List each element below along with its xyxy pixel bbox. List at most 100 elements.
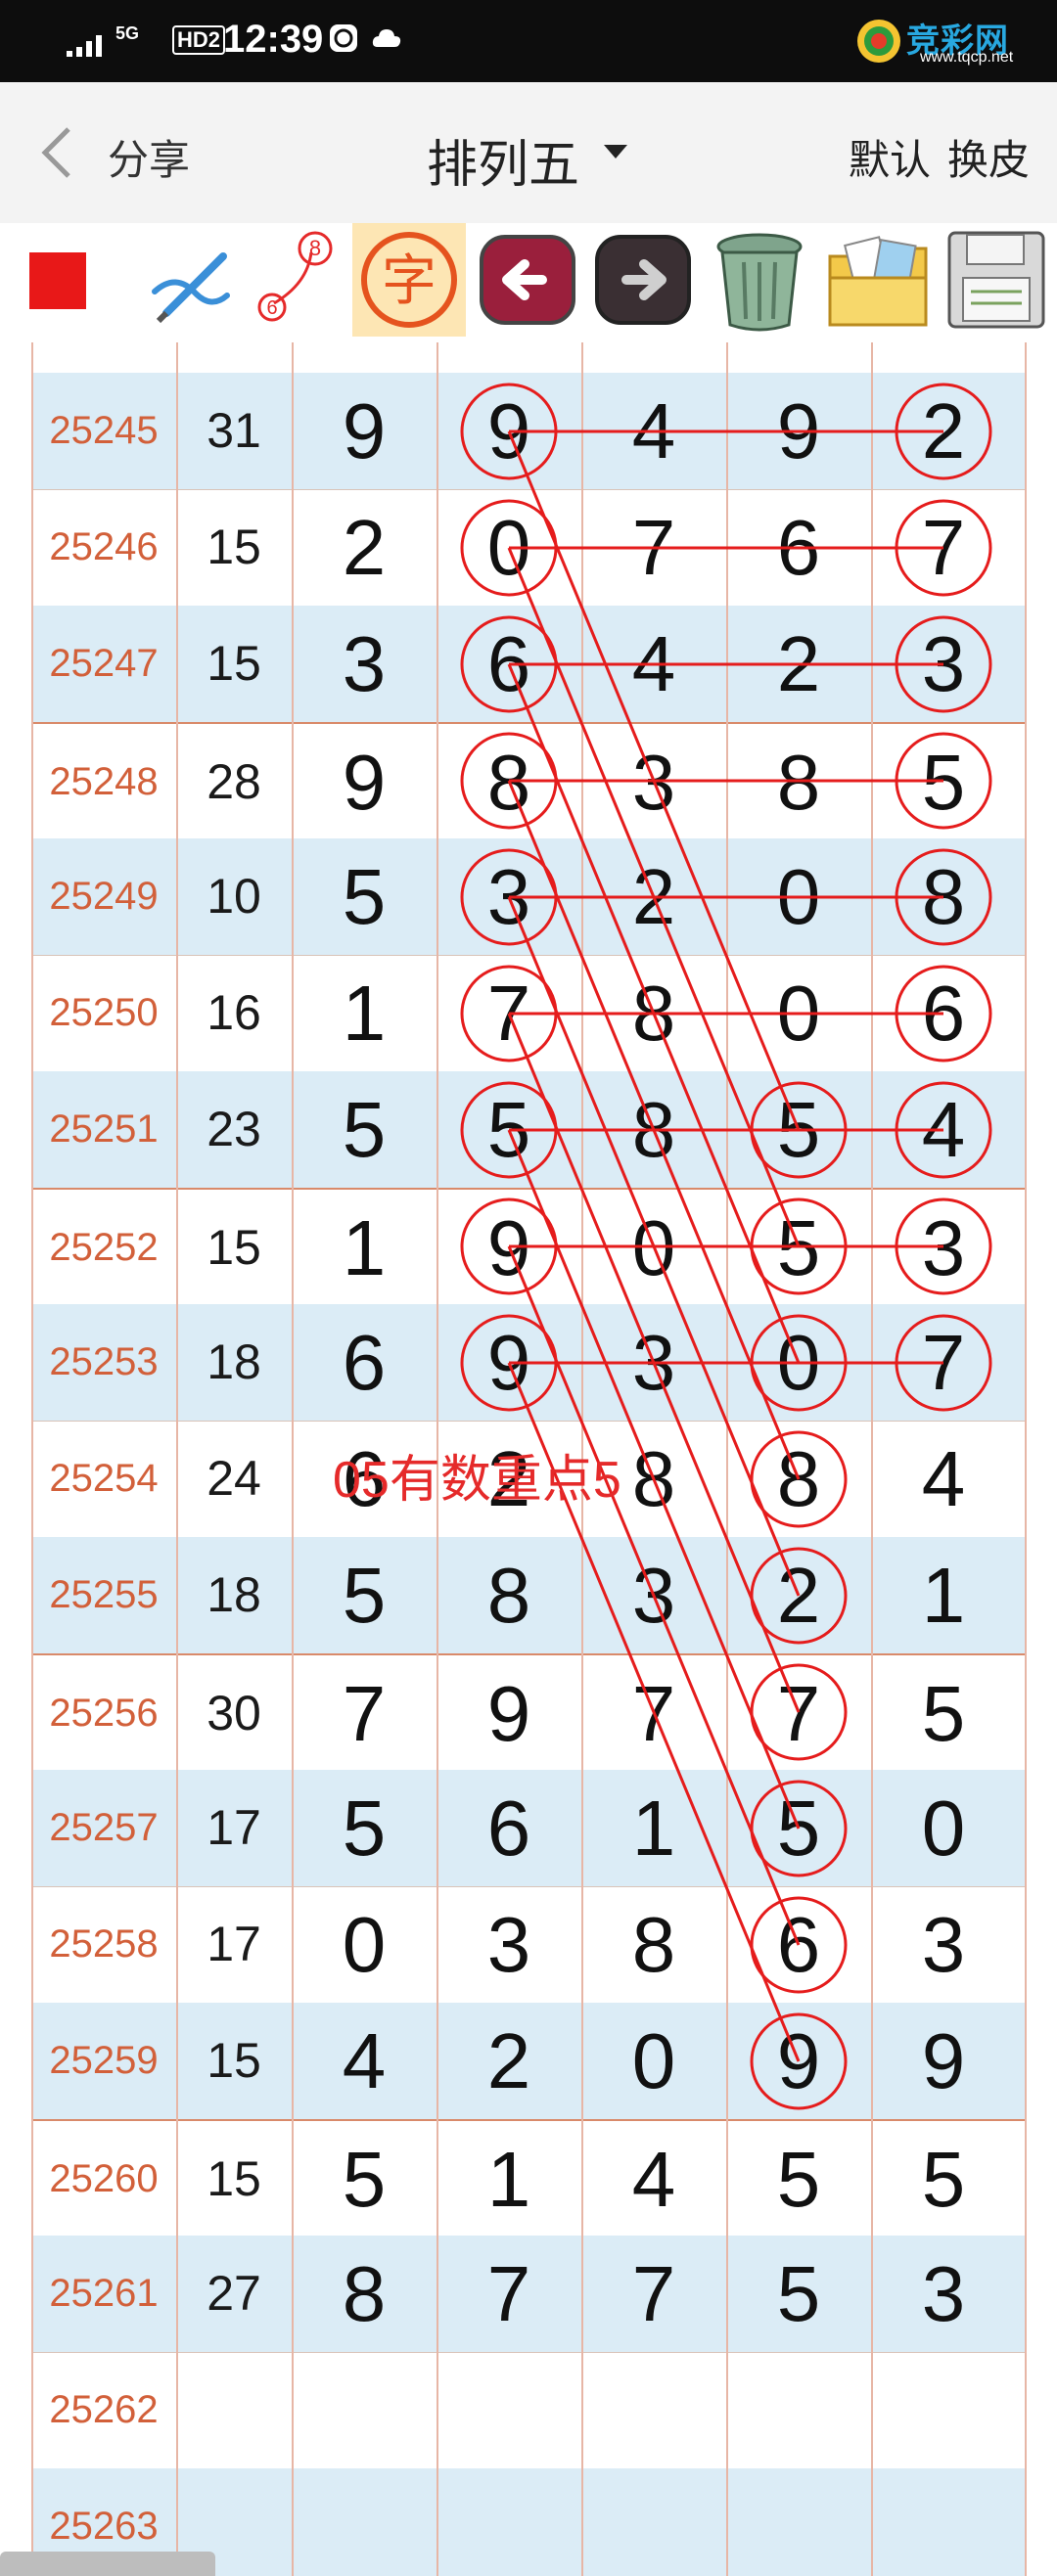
digit-pos-1: 1 [342,970,387,1057]
pen-tool-icon[interactable] [137,223,245,337]
digit-pos-5: 8 [921,853,966,940]
digit-sum: 15 [207,2151,261,2206]
table-row: 25247 15 3 6 4 2 3 [31,606,1025,723]
digit-pos-4: 5 [776,1785,821,1872]
digit-sum: 15 [207,2033,261,2088]
digit-pos-4: 2 [776,620,821,707]
cloud-icon [372,29,401,47]
digit-pos-1: 9 [342,739,387,826]
digit-pos-4: 6 [776,504,821,591]
change-skin-button[interactable]: 换皮 [947,127,1030,187]
digit-pos-3: 4 [631,387,676,475]
digit-pos-4: 5 [776,1204,821,1291]
digit-pos-1: 3 [342,620,387,707]
digit-pos-1: 1 [342,1204,387,1291]
watermark-url: www.tqcp.net [920,49,1014,66]
drawing-toolbar: 8 6 字 [0,223,1057,342]
digit-sum: 15 [207,636,261,691]
digit-pos-1 [292,2352,437,2468]
digit-pos-3: 3 [631,1319,676,1406]
table-row: 25252 15 1 9 0 5 3 [31,1188,1025,1307]
digit-pos-5: 9 [921,2017,966,2104]
digit-pos-5: 4 [921,1435,966,1522]
table-row: 25262 [31,2352,1025,2469]
digit-pos-3 [581,2352,726,2468]
digit-pos-2: 8 [486,1552,531,1639]
digit-pos-2: 9 [486,387,531,475]
digit-pos-5 [871,2352,1016,2468]
table-row: 25248 28 9 8 3 8 5 [31,722,1025,841]
digit-pos-4: 6 [776,1901,821,1988]
digit-pos-3: 0 [631,2017,676,2104]
digit-pos-3: 7 [631,504,676,591]
clock-time: 12:39 [223,18,324,61]
digit-pos-3: 8 [631,970,676,1057]
table-row-partial: 252442075882 [31,342,1025,374]
text-tool-label: 字 [382,249,437,313]
lottery-trend-table[interactable]: 2524420758822524531994922524615207672524… [0,342,1057,2576]
share-button[interactable]: 分享 [108,127,190,187]
annotation-note: 05有数重点5 [333,1452,621,1509]
digit-sum: 15 [207,1220,261,1275]
digit-sum: 17 [207,1917,261,1971]
digit-pos-2: 9 [486,1319,531,1406]
digit-pos-1 [292,2468,437,2576]
digit-pos-5 [871,2468,1016,2576]
digit-pos-2: 5 [437,342,581,373]
badge-top-text: 8 [309,236,321,260]
digit-pos-1: 5 [342,1785,387,1872]
digit-sum: 15 [207,520,261,574]
digit-pos-2: 8 [486,739,531,826]
issue-number: 25256 [49,1692,159,1735]
digit-pos-2: 7 [486,970,531,1057]
watermark: 竞彩网 www.tqcp.net [851,8,1052,72]
digit-pos-1: 2 [342,504,387,591]
digit-pos-2: 9 [486,1204,531,1291]
trash-can-icon[interactable] [705,223,814,337]
text-tool-icon[interactable]: 字 [352,223,466,337]
chevron-left-icon[interactable] [37,123,76,182]
status-bar: 5G HD2 12:39 竞彩网 www.tqcp.net [0,0,1057,82]
undo-arrow-icon[interactable] [474,223,581,337]
issue-number: 25252 [49,1226,159,1269]
digit-sum: 10 [207,869,261,924]
digit-pos-5: 3 [921,1204,966,1291]
digit-pos-5: 5 [921,739,966,826]
digit-sum: 31 [207,403,261,458]
redo-arrow-icon[interactable] [589,223,697,337]
table-row: 25256 30 7 9 7 7 5 [31,1653,1025,1773]
draw-count-tool-icon[interactable]: 8 6 [253,223,341,337]
dropdown-caret-icon[interactable] [604,145,627,158]
issue-number: 25246 [49,525,159,568]
digit-pos-3: 2 [631,853,676,940]
column-divider [1025,342,1027,2576]
table-row: 25245 31 9 9 4 9 2 [31,373,1025,490]
digit-sum: 17 [207,1800,261,1855]
red-color-swatch[interactable] [29,252,86,309]
issue-number: 25245 [49,409,159,452]
badge-left-text: 6 [266,297,277,319]
digit-pos-4: 0 [776,853,821,940]
digit-pos-1: 4 [342,2017,387,2104]
issue-number: 25253 [49,1340,159,1383]
digit-pos-5: 0 [921,1785,966,1872]
digit-pos-3: 8 [581,342,726,373]
issue-number: 25260 [49,2157,159,2200]
digit-pos-2: 6 [486,620,531,707]
default-button[interactable]: 默认 [849,127,931,187]
digit-sum: 18 [207,1567,261,1622]
watermark-logo-icon [857,20,900,63]
issue-number: 25254 [49,1457,159,1500]
digit-pos-4: 8 [726,342,871,373]
column-divider [871,342,873,2576]
lottery-type-selector[interactable]: 排列五 [427,123,579,197]
digit-pos-3: 3 [631,739,676,826]
digit-pos-4: 9 [776,387,821,475]
table-row: 25259 15 4 2 0 9 9 [31,2003,1025,2120]
pictures-folder-icon[interactable] [820,223,938,337]
digit-pos-5: 7 [921,504,966,591]
digit-pos-4: 5 [776,1086,821,1173]
save-floppy-icon[interactable] [942,223,1051,337]
digit-sum: 27 [207,2266,261,2321]
digit-pos-2: 5 [486,1086,531,1173]
